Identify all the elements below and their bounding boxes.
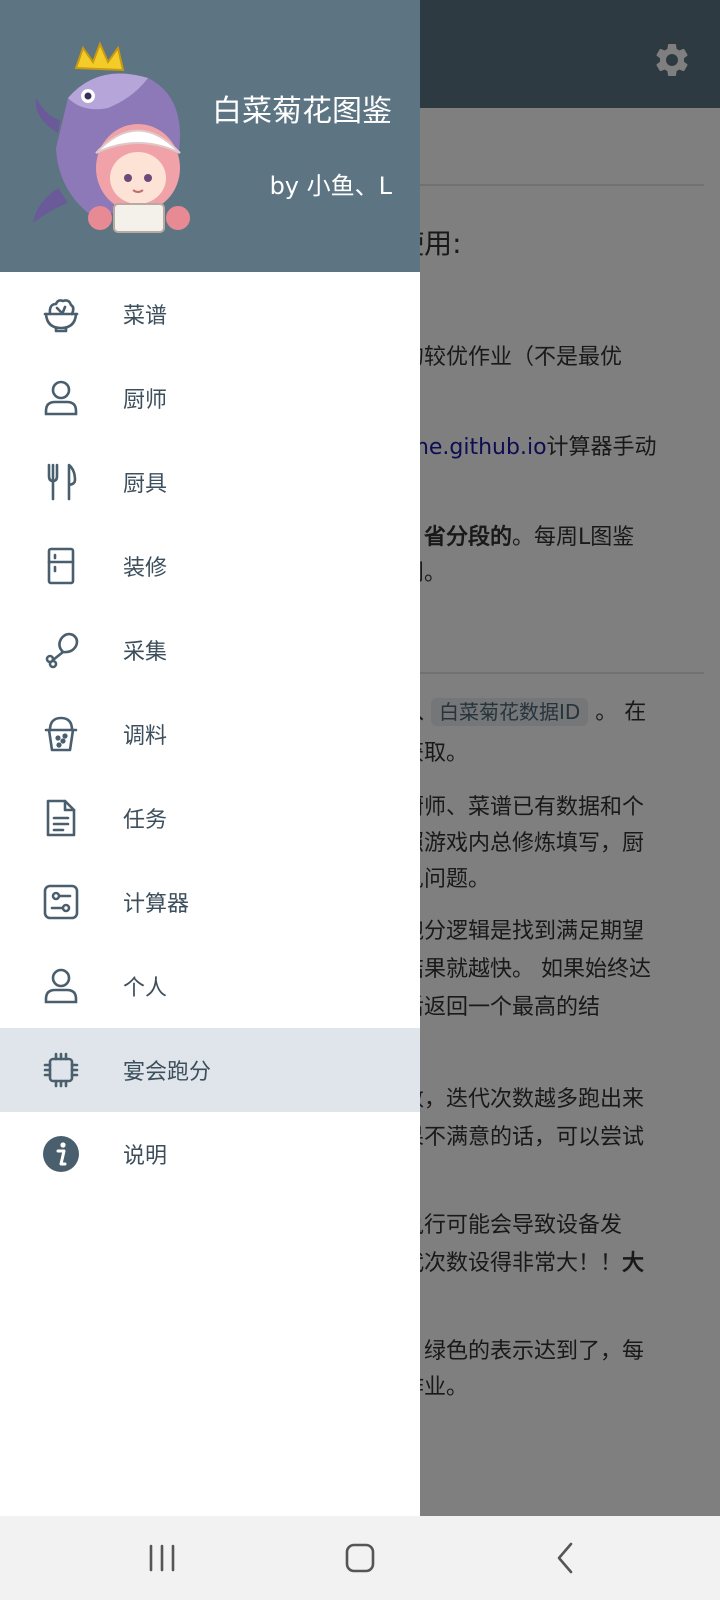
drawer-header: 白菜菊花图鉴 by 小鱼、L bbox=[0, 0, 420, 272]
recents-icon[interactable] bbox=[140, 1536, 184, 1580]
menu-label: 宴会跑分 bbox=[123, 1060, 212, 1085]
bowl-icon bbox=[41, 294, 81, 334]
menu-item-calculator[interactable]: 计算器 bbox=[0, 860, 420, 944]
drawer-menu: 菜谱 厨师 厨具 装修 采集 调料 任务 计算器 个人 宴会跑分 说明 bbox=[0, 272, 420, 1196]
menu-item-banquet-score[interactable]: 宴会跑分 bbox=[0, 1028, 420, 1112]
menu-label: 菜谱 bbox=[123, 304, 168, 329]
seasoning-cup-icon bbox=[41, 714, 81, 754]
mascot-avatar-image bbox=[33, 41, 190, 233]
person-icon bbox=[41, 378, 81, 418]
menu-item-seasoning[interactable]: 调料 bbox=[0, 692, 420, 776]
menu-label: 个人 bbox=[123, 976, 168, 1001]
menu-item-gathering[interactable]: 采集 bbox=[0, 608, 420, 692]
menu-label: 任务 bbox=[123, 808, 168, 833]
calculator-sliders-icon bbox=[41, 882, 81, 922]
menu-item-decoration[interactable]: 装修 bbox=[0, 524, 420, 608]
app-subtitle: by 小鱼、L bbox=[269, 172, 392, 200]
document-icon bbox=[41, 798, 81, 838]
home-icon[interactable] bbox=[338, 1536, 382, 1580]
menu-label: 说明 bbox=[123, 1144, 168, 1169]
menu-label: 厨具 bbox=[123, 472, 168, 497]
menu-item-personal[interactable]: 个人 bbox=[0, 944, 420, 1028]
menu-item-recipes[interactable]: 菜谱 bbox=[0, 272, 420, 356]
menu-item-utensils[interactable]: 厨具 bbox=[0, 440, 420, 524]
back-icon[interactable] bbox=[544, 1536, 588, 1580]
menu-item-chefs[interactable]: 厨师 bbox=[0, 356, 420, 440]
chip-icon bbox=[41, 1050, 81, 1090]
menu-label: 厨师 bbox=[123, 388, 168, 413]
menu-label: 采集 bbox=[123, 640, 168, 665]
menu-label: 装修 bbox=[123, 556, 168, 581]
fork-knife-icon bbox=[41, 462, 81, 502]
app-title: 白菜菊花图鉴 bbox=[212, 94, 392, 129]
menu-label: 调料 bbox=[123, 724, 168, 749]
menu-label: 计算器 bbox=[123, 892, 190, 917]
system-navigation-bar bbox=[0, 1516, 720, 1600]
info-icon bbox=[41, 1134, 81, 1174]
menu-item-tasks[interactable]: 任务 bbox=[0, 776, 420, 860]
fridge-icon bbox=[41, 546, 81, 586]
menu-item-instructions[interactable]: 说明 bbox=[0, 1112, 420, 1196]
drumstick-icon bbox=[41, 630, 81, 670]
navigation-drawer: 白菜菊花图鉴 by 小鱼、L 菜谱 厨师 厨具 装修 采集 调料 任务 计算器 … bbox=[0, 0, 420, 1516]
person-icon bbox=[41, 966, 81, 1006]
